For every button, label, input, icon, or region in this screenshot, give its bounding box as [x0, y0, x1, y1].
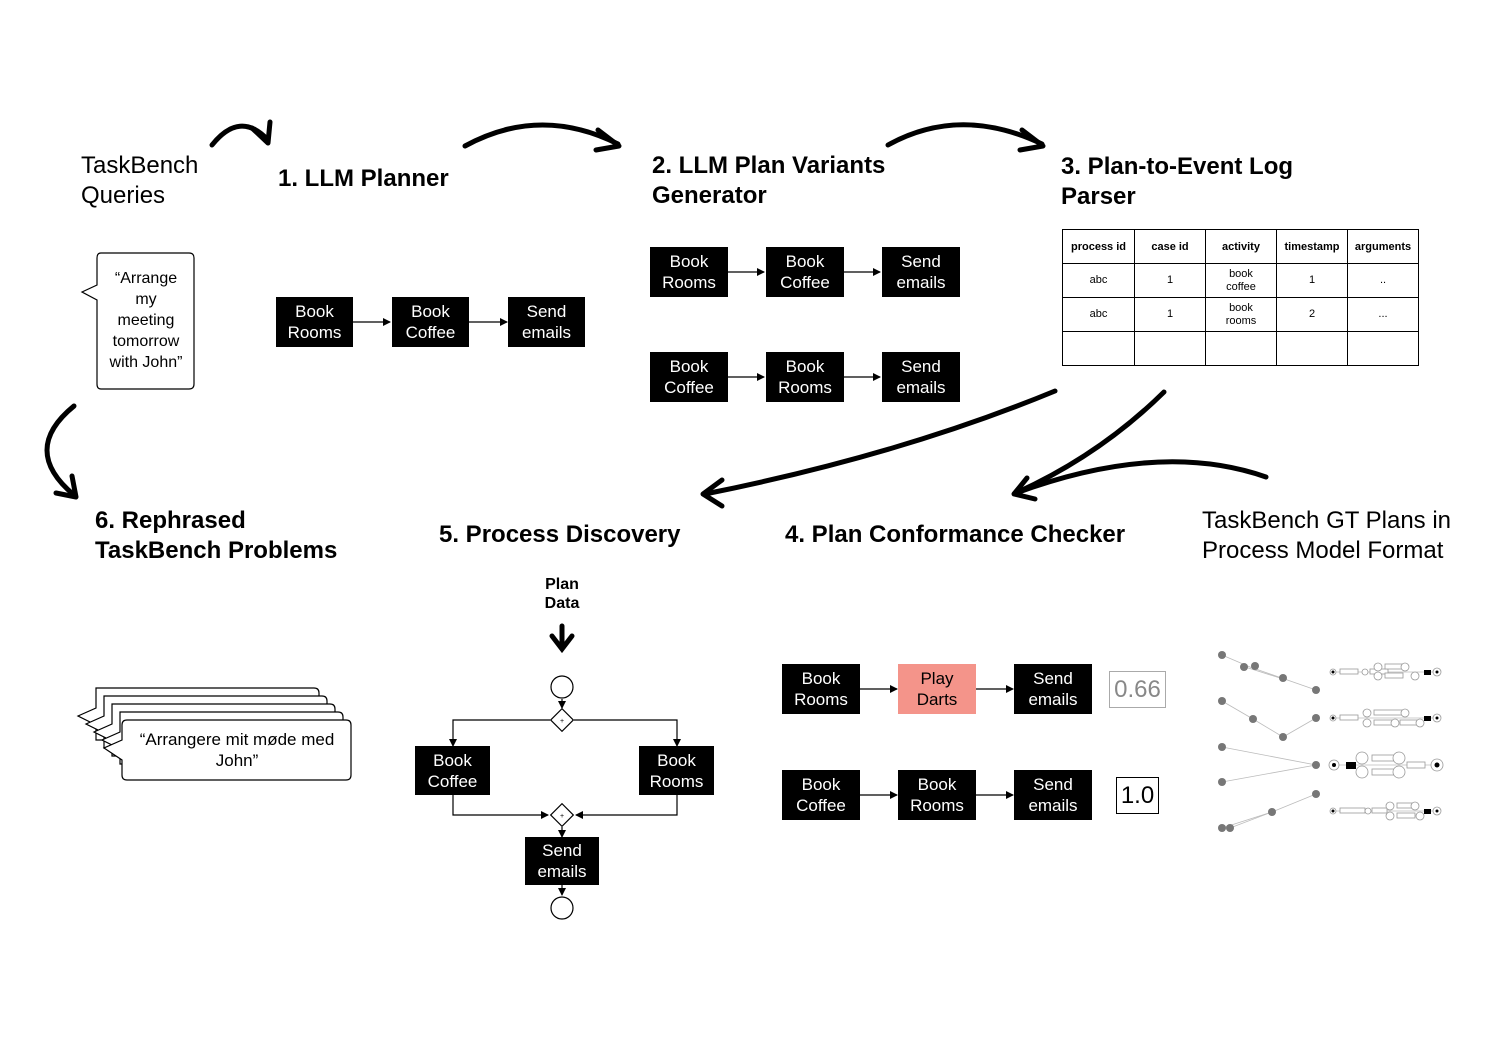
- conformance-step: Send emails: [1014, 664, 1092, 714]
- discovery-branch-left: Book Coffee: [415, 746, 490, 795]
- heading-taskbench-queries: TaskBench Queries: [81, 152, 199, 209]
- table-cell: 1: [1134, 263, 1206, 298]
- heading-gt-plans: TaskBench GT Plans in Process Model Form…: [1202, 507, 1452, 564]
- flow-arrow-query-to-rephrased: [44, 403, 79, 500]
- rephrased-query-text: “Arrangere mit møde med John”: [139, 730, 335, 770]
- conformance-step: Book Rooms: [898, 770, 976, 820]
- planner-step: Send emails: [508, 297, 585, 347]
- heading-conformance-checker: 4. Plan Conformance Checker: [785, 521, 1126, 548]
- variant-step: Book Rooms: [650, 247, 728, 297]
- table-row: abc 1 book coffee 1 ..: [1062, 263, 1419, 298]
- conformance-score-high: 1.0: [1116, 777, 1159, 814]
- table-cell: book coffee: [1205, 263, 1277, 298]
- variant-step: Send emails: [882, 352, 960, 402]
- event-log-header-row: process id case id activity timestamp ar…: [1062, 229, 1419, 264]
- table-cell: ..: [1347, 263, 1419, 298]
- query-text: “Arrange my meeting tomorrow with John”: [109, 270, 183, 371]
- flow-arrow-parser-to-conformance: [1011, 389, 1167, 502]
- table-row: [1062, 331, 1419, 366]
- gt-petri-silent-transitions: [1331, 670, 1440, 814]
- conformance-step: Book Coffee: [782, 770, 860, 820]
- column-header: process id: [1062, 229, 1135, 264]
- flow-arrow-variants-to-parser: [885, 122, 1046, 153]
- table-cell: [1205, 331, 1277, 366]
- variant-step: Book Rooms: [766, 352, 844, 402]
- parallel-gateway-join: [549, 802, 575, 828]
- gt-process-models-thumbnail: [1221, 654, 1440, 829]
- planner-step: Book Rooms: [276, 297, 353, 347]
- heading-process-discovery: 5. Process Discovery: [439, 521, 681, 548]
- heading-event-log-parser: 3. Plan-to-Event Log Parser: [1061, 153, 1294, 210]
- heading-llm-planner: 1. LLM Planner: [278, 165, 449, 192]
- table-cell: 2: [1276, 297, 1348, 332]
- flow-arrow-gt-to-conformance: [1013, 459, 1269, 496]
- event-log-table: process id case id activity timestamp ar…: [1062, 229, 1419, 366]
- table-cell: abc: [1062, 297, 1135, 332]
- gt-graph-nodes: [1218, 651, 1320, 832]
- column-header: arguments: [1347, 229, 1419, 264]
- planner-step: Book Coffee: [392, 297, 469, 347]
- variant-step: Send emails: [882, 247, 960, 297]
- table-cell: abc: [1062, 263, 1135, 298]
- heading-plan-variants: 2. LLM Plan Variants Generator: [652, 152, 886, 209]
- variant-step: Book Coffee: [766, 247, 844, 297]
- end-event: [550, 896, 574, 920]
- flow-arrow-queries-to-planner: [209, 119, 273, 148]
- plan-data-label: Plan Data: [544, 576, 580, 612]
- table-cell: book rooms: [1205, 297, 1277, 332]
- column-header: case id: [1134, 229, 1206, 264]
- discovery-branch-right: Book Rooms: [639, 746, 714, 795]
- table-cell: 1: [1276, 263, 1348, 298]
- column-header: activity: [1205, 229, 1277, 264]
- table-cell: [1134, 331, 1206, 366]
- conformance-step: Send emails: [1014, 770, 1092, 820]
- table-cell: [1062, 331, 1135, 366]
- table-cell: ...: [1347, 297, 1419, 332]
- discovery-final-step: Send emails: [525, 837, 599, 885]
- table-cell: [1347, 331, 1419, 366]
- variant-step: Book Coffee: [650, 352, 728, 402]
- conformance-step: Book Rooms: [782, 664, 860, 714]
- flow-arrow-parser-to-discovery: [700, 388, 1058, 509]
- start-event: [550, 675, 574, 699]
- gt-petri-nets: [1328, 662, 1444, 821]
- gateway-split-symbol: +: [560, 718, 564, 725]
- table-cell: [1276, 331, 1348, 366]
- parallel-gateway-split: [549, 707, 575, 733]
- plan-data-input-arrow: [549, 623, 575, 654]
- flow-arrow-planner-to-variants: [462, 122, 622, 153]
- conformance-step-deviation: Play Darts: [898, 664, 976, 714]
- table-row: abc 1 book rooms 2 ...: [1062, 297, 1419, 332]
- gateway-join-symbol: +: [560, 813, 564, 820]
- table-cell: 1: [1134, 297, 1206, 332]
- heading-rephrased-problems: 6. Rephrased TaskBench Problems: [95, 507, 338, 564]
- column-header: timestamp: [1276, 229, 1348, 264]
- conformance-score-low: 0.66: [1109, 671, 1166, 708]
